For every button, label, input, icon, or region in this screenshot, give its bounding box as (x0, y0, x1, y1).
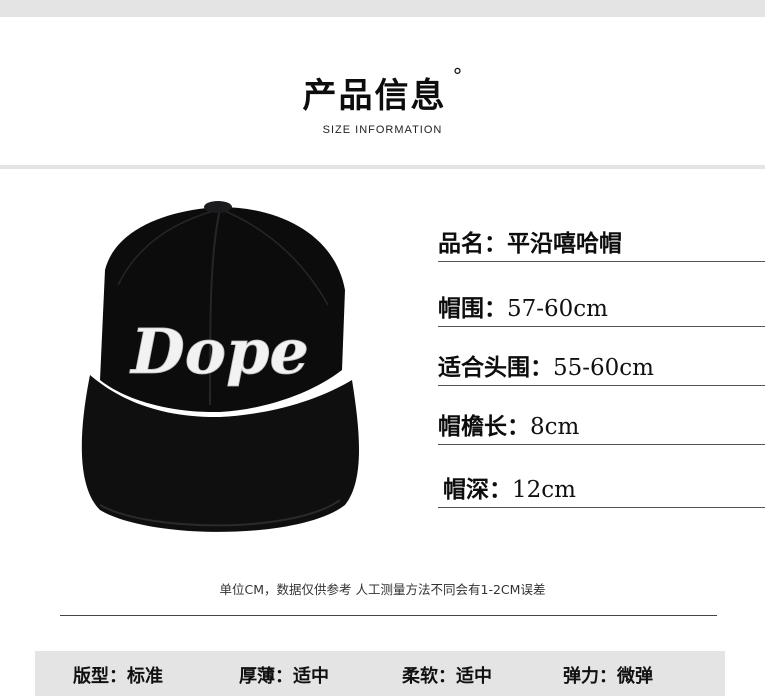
spec-value: 55-60cm (553, 355, 654, 381)
attribute-label: 柔软： (402, 666, 456, 687)
attribute-fit: 版型：标准 (73, 662, 163, 688)
section-subtitle: SIZE INFORMATION (322, 124, 443, 136)
attribute-value: 适中 (293, 666, 329, 687)
spec-value: 平沿嘻哈帽 (507, 231, 622, 257)
spec-value: 12cm (512, 477, 576, 503)
attribute-thickness: 厚薄：适中 (239, 662, 329, 688)
attribute-bar: 版型：标准 厚薄：适中 柔软：适中 弹力：微弹 (35, 651, 725, 696)
attribute-elasticity: 弹力：微弹 (563, 662, 653, 688)
spec-label: 品名： (438, 231, 507, 257)
section-title: 产品信息 (302, 76, 447, 116)
spec-value: 57-60cm (507, 296, 608, 322)
title-mark: ° (452, 64, 463, 88)
spec-row-brim-length: 帽檐长：8cm (438, 405, 765, 445)
attribute-label: 版型： (73, 666, 127, 687)
spec-row-name: 品名：平沿嘻哈帽 (438, 222, 765, 262)
spec-row-circumference: 帽围：57-60cm (438, 287, 765, 327)
spec-row-head-size: 适合头围：55-60cm (438, 346, 765, 386)
section-header: 产品信息 ° (0, 64, 765, 117)
spec-value: 8cm (530, 414, 580, 440)
spec-label: 帽檐长： (438, 414, 530, 440)
spec-row-depth: 帽深：12cm (438, 468, 765, 508)
attribute-value: 标准 (127, 666, 163, 687)
spec-label: 帽围： (438, 296, 507, 322)
product-image-hat: Dope (81, 201, 360, 532)
attribute-label: 弹力： (563, 666, 617, 687)
attribute-value: 适中 (456, 666, 492, 687)
attribute-softness: 柔软：适中 (402, 662, 492, 688)
hat-logo-text: Dope (129, 315, 309, 388)
spec-label: 帽深： (443, 477, 512, 503)
attribute-label: 厚薄： (239, 666, 293, 687)
measurement-note: 单位CM，数据仅供参考 人工测量方法不同会有1-2CM误差 (219, 582, 546, 597)
spec-label: 适合头围： (438, 355, 553, 381)
note-divider (60, 615, 717, 616)
top-divider-band (0, 0, 765, 17)
attribute-value: 微弹 (617, 666, 653, 687)
header-divider-band (0, 165, 765, 169)
